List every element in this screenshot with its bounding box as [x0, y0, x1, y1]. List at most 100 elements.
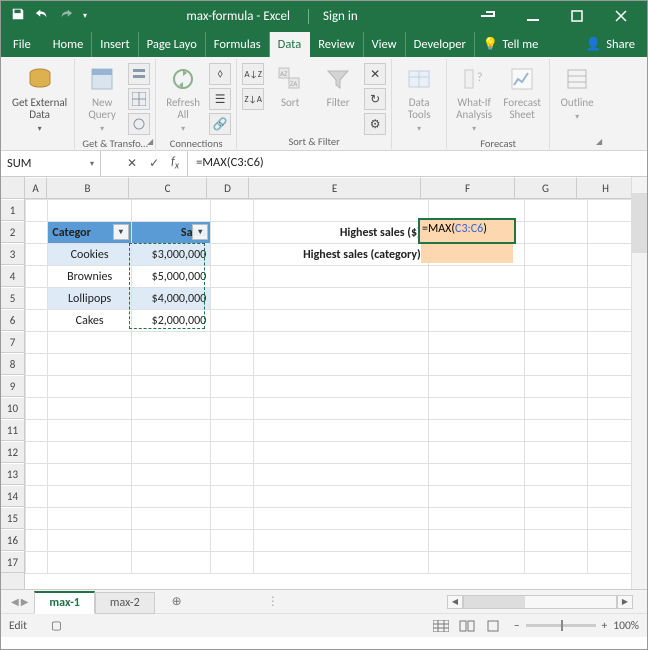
sheet-prev-icon[interactable]: ◀ [11, 595, 19, 608]
row-header[interactable]: 16 [1, 529, 24, 551]
whatif-button[interactable]: ?What-If Analysis▾ [452, 61, 496, 137]
row-header[interactable]: 5 [1, 287, 24, 309]
cell-editor[interactable]: =MAX(C3:C6) [420, 220, 514, 242]
forecast-sheet-button[interactable]: Forecast Sheet [500, 61, 544, 123]
formula-input[interactable]: =MAX(C3:C6) [188, 151, 647, 176]
row-header[interactable]: 3 [1, 243, 24, 265]
sheet-tab-max2[interactable]: max-2 [95, 592, 155, 614]
column-header[interactable]: E [249, 177, 421, 199]
scroll-right-icon[interactable]: ▶ [617, 595, 633, 609]
redo-icon[interactable] [59, 7, 73, 25]
row-header[interactable]: 2 [1, 221, 24, 243]
add-sheet-icon[interactable]: ⊕ [167, 592, 187, 612]
tab-developer[interactable]: Developer [406, 32, 475, 57]
connections-icon[interactable]: ⬨ [209, 63, 231, 85]
table-cell[interactable]: $3,000,000 [131, 244, 210, 266]
outline-button[interactable]: Outline▾ [555, 61, 599, 125]
column-header[interactable]: F [421, 177, 515, 199]
sheet-next-icon[interactable]: ▶ [21, 595, 29, 608]
get-external-data-button[interactable]: Get External Data▾ [10, 61, 69, 137]
tab-tell-me[interactable]: 💡Tell me [475, 32, 547, 57]
show-queries-icon[interactable] [128, 63, 150, 85]
from-table-icon[interactable] [128, 88, 150, 110]
filter-icon[interactable]: ▾ [192, 224, 208, 240]
row-header[interactable]: 12 [1, 441, 24, 463]
ribbon-options-icon[interactable] [467, 1, 511, 31]
horizontal-scrollbar[interactable] [463, 595, 617, 609]
column-header[interactable]: H [577, 177, 635, 199]
row-header[interactable]: 7 [1, 331, 24, 353]
filter-icon[interactable]: ▾ [113, 224, 129, 240]
row-header[interactable]: 10 [1, 397, 24, 419]
select-all-corner[interactable] [1, 177, 24, 199]
sort-asc-icon[interactable]: A↓Z [242, 63, 264, 85]
column-header[interactable]: B [47, 177, 129, 199]
row-header[interactable]: 13 [1, 463, 24, 485]
save-icon[interactable] [11, 7, 25, 25]
reapply-icon[interactable]: ↻ [364, 88, 386, 110]
column-header[interactable]: D [207, 177, 249, 199]
sign-in-link[interactable]: Sign in [308, 9, 358, 24]
qat-dropdown-icon[interactable]: ▾ [83, 11, 87, 21]
clear-filter-icon[interactable]: ✕ [364, 63, 386, 85]
tab-insert[interactable]: Insert [92, 32, 138, 57]
sort-desc-icon[interactable]: Z↓A [242, 88, 264, 110]
sort-button[interactable]: AZZASort [268, 61, 312, 111]
macro-record-icon[interactable]: ▢ [51, 618, 62, 633]
vertical-scrollbar[interactable] [631, 177, 647, 589]
accept-formula-icon[interactable]: ✓ [149, 156, 159, 171]
row-header[interactable]: 11 [1, 419, 24, 441]
table-cell[interactable]: Cookies [48, 244, 131, 266]
table-cell[interactable]: Brownies [48, 266, 131, 288]
view-page-layout-icon[interactable] [455, 617, 479, 635]
cancel-formula-icon[interactable]: ✕ [127, 156, 137, 171]
row-header[interactable]: 14 [1, 485, 24, 507]
row-header[interactable]: 4 [1, 265, 24, 287]
table-cell[interactable]: $2,000,000 [131, 310, 210, 332]
filter-button[interactable]: Filter [316, 61, 360, 111]
tab-home[interactable]: Home [45, 32, 93, 57]
advanced-icon[interactable]: ⚙ [364, 113, 386, 135]
undo-icon[interactable] [35, 7, 49, 25]
table-cell[interactable]: Cakes [48, 310, 131, 332]
tab-formulas[interactable]: Formulas [206, 32, 270, 57]
zoom-level[interactable]: 100% [613, 619, 639, 633]
row-header[interactable]: 8 [1, 353, 24, 375]
sheet-tab-max1[interactable]: max-1 [34, 591, 94, 614]
data-tools-button[interactable]: Data Tools▾ [397, 61, 441, 137]
row-header[interactable]: 1 [1, 199, 24, 221]
view-normal-icon[interactable] [429, 617, 453, 635]
close-icon[interactable] [599, 1, 643, 31]
refresh-all-button[interactable]: Refresh All▾ [161, 61, 205, 137]
properties-icon[interactable]: ☰ [209, 88, 231, 110]
column-header[interactable]: A [25, 177, 47, 199]
tab-page-layout[interactable]: Page Layo [139, 32, 206, 57]
column-header[interactable]: G [515, 177, 577, 199]
column-header[interactable]: C [129, 177, 207, 199]
name-box[interactable]: SUM▾ [1, 151, 101, 176]
share-button[interactable]: 👤Share [578, 32, 643, 57]
maximize-icon[interactable] [555, 1, 599, 31]
tab-file[interactable]: File [5, 32, 45, 57]
tab-data[interactable]: Data [270, 32, 311, 57]
recent-sources-icon[interactable] [128, 113, 150, 135]
new-query-button[interactable]: New Query▾ [80, 61, 124, 137]
table-cell[interactable]: $4,000,000 [131, 288, 210, 310]
edit-links-icon[interactable]: 🔗 [209, 113, 231, 135]
zoom-slider[interactable] [526, 624, 596, 627]
minimize-icon[interactable] [511, 1, 555, 31]
row-header[interactable]: 9 [1, 375, 24, 397]
table-cell[interactable]: $5,000,000 [131, 266, 210, 288]
row-header[interactable]: 15 [1, 507, 24, 529]
row-header[interactable]: 6 [1, 309, 24, 331]
row-header[interactable]: 17 [1, 551, 24, 573]
view-page-break-icon[interactable] [481, 617, 505, 635]
tab-review[interactable]: Review [310, 32, 363, 57]
zoom-out-icon[interactable]: − [514, 619, 520, 633]
zoom-in-icon[interactable]: + [602, 619, 608, 633]
table-cell[interactable]: Lollipops [48, 288, 131, 310]
spreadsheet-grid[interactable]: 1 2 3 4 5 6 7 8 9 10 11 12 13 14 15 16 1… [1, 177, 647, 589]
fx-icon[interactable]: fx [171, 155, 179, 171]
scroll-left-icon[interactable]: ◀ [447, 595, 463, 609]
tab-view[interactable]: View [364, 32, 406, 57]
